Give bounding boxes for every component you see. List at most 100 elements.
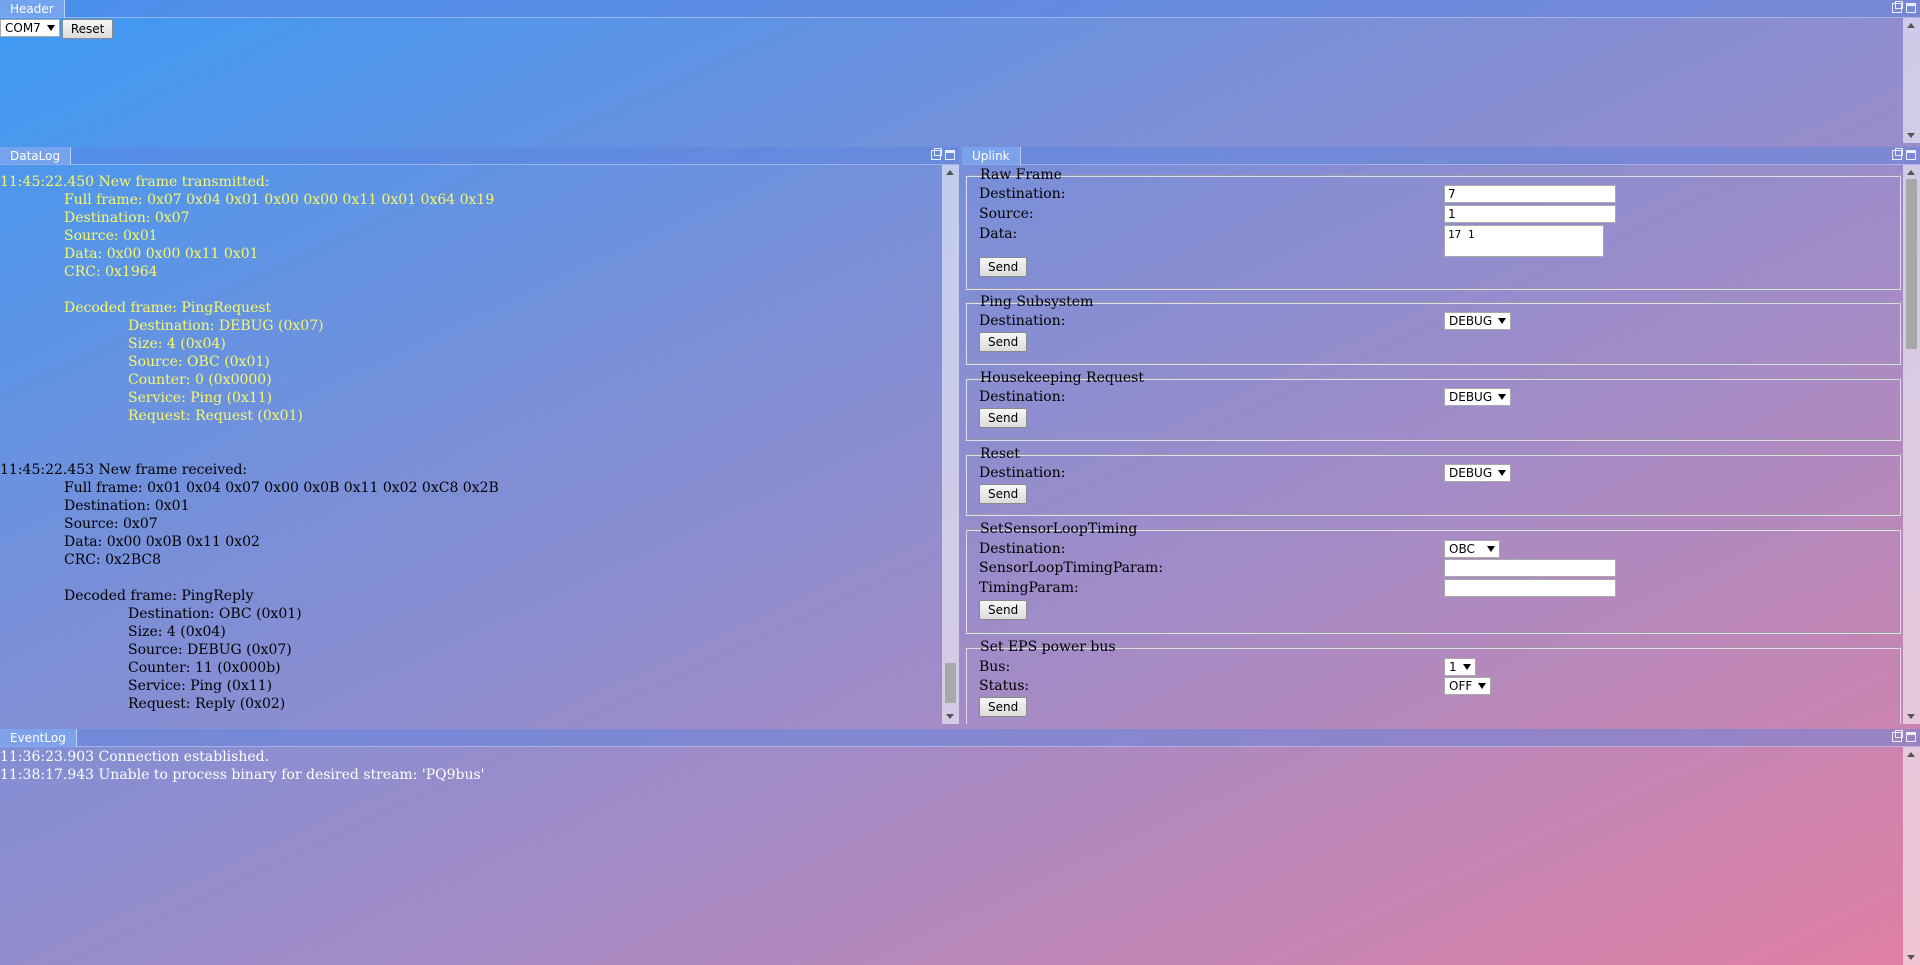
- restore-icon[interactable]: [1892, 1, 1903, 13]
- eps-bus-select[interactable]: 1: [1444, 658, 1476, 676]
- tx-frame-entry: 11:45:22.450 New frame transmitted: Full…: [0, 173, 941, 425]
- scroll-down-icon[interactable]: [1907, 133, 1915, 138]
- tab-eventlog[interactable]: EventLog: [0, 729, 77, 747]
- tx-crc: CRC: 0x1964: [64, 264, 158, 280]
- header-titlebar: Header: [0, 0, 1920, 18]
- tab-uplink[interactable]: Uplink: [962, 147, 1021, 165]
- datalog-titlebar: DataLog: [0, 147, 959, 165]
- restore-icon[interactable]: [931, 148, 942, 160]
- ping-destination-select[interactable]: DEBUG: [1444, 312, 1512, 330]
- scroll-up-icon[interactable]: [1907, 23, 1915, 28]
- eventlog-scrollbar[interactable]: [1903, 747, 1920, 965]
- rx-source: Source: 0x07: [64, 516, 158, 532]
- reset-send-button[interactable]: Send: [979, 484, 1028, 504]
- sensor-loop-send-button[interactable]: Send: [979, 600, 1028, 620]
- rx-decoded-source: Source: DEBUG (0x07): [128, 642, 292, 658]
- maximize-icon[interactable]: [1906, 732, 1916, 742]
- header-panel: Header COM7 Reset: [0, 0, 1920, 143]
- tx-data: Data: 0x00 0x00 0x11 0x01: [64, 246, 259, 262]
- sensor-loop-destination-select[interactable]: OBC: [1444, 540, 1500, 558]
- housekeeping-destination-label: Destination:: [979, 389, 1066, 405]
- raw-source-label: Source:: [979, 206, 1034, 222]
- restore-icon[interactable]: [1892, 730, 1903, 742]
- eps-fieldset: Set EPS power bus Bus: 1 Status: OFF Sen…: [965, 639, 1901, 724]
- header-scrollbar[interactable]: [1903, 18, 1920, 143]
- housekeeping-send-button[interactable]: Send: [979, 408, 1028, 428]
- reset-destination-value: DEBUG: [1449, 466, 1493, 480]
- rx-destination: Destination: 0x01: [64, 498, 190, 514]
- raw-frame-send-button[interactable]: Send: [979, 257, 1028, 277]
- rx-decoded: Decoded frame: PingReply: [64, 588, 254, 604]
- rx-crc: CRC: 0x2BC8: [64, 552, 162, 568]
- maximize-icon[interactable]: [945, 150, 955, 160]
- reset-destination-select[interactable]: DEBUG: [1444, 464, 1512, 482]
- restore-icon[interactable]: [1892, 148, 1903, 160]
- tab-datalog[interactable]: DataLog: [0, 147, 72, 165]
- tx-decoded-request: Request: Request (0x01): [128, 408, 303, 424]
- event-entry: 11:36:23.903 Connection established.: [0, 749, 270, 765]
- ping-send-button[interactable]: Send: [979, 332, 1028, 352]
- tx-full-frame: Full frame: 0x07 0x04 0x01 0x00 0x00 0x1…: [64, 192, 495, 208]
- scroll-thumb[interactable]: [945, 663, 956, 703]
- rx-full-frame: Full frame: 0x01 0x04 0x07 0x00 0x0B 0x1…: [64, 480, 499, 496]
- sensor-loop-destination-label: Destination:: [979, 541, 1066, 557]
- ping-destination-label: Destination:: [979, 313, 1066, 329]
- port-select[interactable]: COM7: [0, 19, 60, 37]
- chevron-down-icon: [1498, 394, 1507, 400]
- tx-decoded-service: Service: Ping (0x11): [128, 390, 273, 406]
- reset-fieldset: Reset Destination: DEBUG Send: [965, 446, 1901, 516]
- tab-header[interactable]: Header: [0, 0, 65, 18]
- sensor-loop-param-input[interactable]: [1444, 559, 1616, 577]
- sensor-loop-destination-value: OBC: [1449, 542, 1475, 556]
- chevron-down-icon: [46, 25, 55, 31]
- scroll-down-icon[interactable]: [946, 714, 954, 719]
- rx-decoded-request: Request: Reply (0x02): [128, 696, 286, 712]
- chevron-down-icon: [1498, 470, 1507, 476]
- rx-decoded-size: Size: 4 (0x04): [128, 624, 226, 640]
- raw-source-input[interactable]: 1: [1444, 205, 1616, 223]
- reset-destination-label: Destination:: [979, 465, 1066, 481]
- rx-frame-entry: 11:45:22.453 New frame received: Full fr…: [0, 461, 941, 713]
- housekeeping-fieldset: Housekeeping Request Destination: DEBUG …: [965, 370, 1901, 441]
- tx-decoded-source: Source: OBC (0x01): [128, 354, 270, 370]
- scroll-thumb[interactable]: [1906, 179, 1917, 349]
- sensor-loop-fieldset: SetSensorLoopTiming Destination: OBC Sen…: [965, 521, 1901, 634]
- scroll-up-icon[interactable]: [1907, 170, 1915, 175]
- tx-decoded-destination: Destination: DEBUG (0x07): [128, 318, 324, 334]
- rx-decoded-destination: Destination: OBC (0x01): [128, 606, 302, 622]
- rx-decoded-service: Service: Ping (0x11): [128, 678, 273, 694]
- scroll-up-icon[interactable]: [946, 170, 954, 175]
- housekeeping-destination-value: DEBUG: [1449, 390, 1493, 404]
- chevron-down-icon: [1498, 318, 1507, 324]
- eps-bus-value: 1: [1449, 660, 1457, 674]
- eventlog-panel: EventLog 11:36:23.903 Connection establi…: [0, 729, 1920, 965]
- scroll-up-icon[interactable]: [1907, 752, 1915, 757]
- eventlog-content: 11:36:23.903 Connection established. 11:…: [0, 748, 485, 784]
- housekeeping-destination-select[interactable]: DEBUG: [1444, 388, 1512, 406]
- chevron-down-icon: [1478, 683, 1487, 689]
- eps-status-label: Status:: [979, 678, 1030, 694]
- reset-button[interactable]: Reset: [61, 19, 114, 39]
- uplink-titlebar: Uplink: [962, 147, 1920, 165]
- rx-decoded-counter: Counter: 11 (0x000b): [128, 660, 281, 676]
- scroll-down-icon[interactable]: [1907, 714, 1915, 719]
- datalog-content: 11:45:22.450 New frame transmitted: Full…: [0, 173, 941, 724]
- raw-destination-input[interactable]: 7: [1444, 185, 1616, 203]
- ping-fieldset: Ping Subsystem Destination: DEBUG Send: [965, 294, 1901, 365]
- maximize-icon[interactable]: [1906, 3, 1916, 13]
- eps-status-select[interactable]: OFF: [1444, 677, 1492, 695]
- scroll-down-icon[interactable]: [1907, 955, 1915, 960]
- rx-data: Data: 0x00 0x0B 0x11 0x02: [64, 534, 260, 550]
- datalog-scrollbar[interactable]: [942, 165, 959, 724]
- datalog-panel: DataLog 11:45:22.450 New frame transmitt…: [0, 147, 959, 724]
- uplink-scrollbar[interactable]: [1903, 165, 1920, 724]
- raw-frame-fieldset: Raw Frame Destination: 7 Source: 1 Data:…: [965, 167, 1901, 290]
- tx-heading: 11:45:22.450 New frame transmitted:: [0, 174, 270, 190]
- eps-send-button[interactable]: Send: [979, 697, 1028, 717]
- uplink-panel: Uplink Raw Frame Destination: 7 Source: …: [962, 147, 1920, 724]
- raw-data-label: Data:: [979, 226, 1018, 242]
- raw-data-textarea[interactable]: 17 1: [1444, 225, 1604, 257]
- maximize-icon[interactable]: [1906, 150, 1916, 160]
- tx-source: Source: 0x01: [64, 228, 158, 244]
- timing-param-input[interactable]: [1444, 579, 1616, 597]
